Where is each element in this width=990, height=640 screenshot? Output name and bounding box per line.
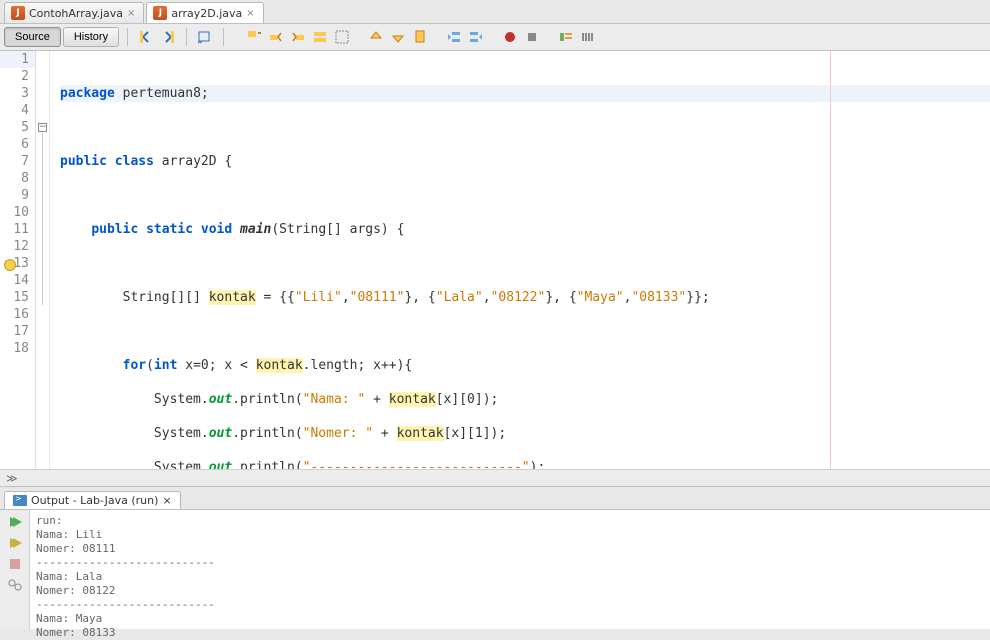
history-button[interactable]: History [63, 27, 119, 47]
next-bookmark-icon[interactable] [388, 27, 408, 47]
console-line: Nomer: 08111 [36, 542, 115, 555]
editor-toolbar: Source History [0, 24, 990, 51]
separator [186, 28, 187, 46]
toggle-highlight-icon[interactable] [310, 27, 330, 47]
console-line: run: [36, 514, 63, 527]
find-selection-icon[interactable] [244, 27, 264, 47]
breadcrumb-glyph: ≫ [6, 472, 18, 485]
comment-icon[interactable] [556, 27, 576, 47]
file-tab-label: ContohArray.java [29, 7, 123, 20]
breadcrumb[interactable]: ≫ [0, 469, 990, 487]
stop-macro-icon[interactable] [522, 27, 542, 47]
prev-bookmark-icon[interactable] [366, 27, 386, 47]
console-line: --------------------------- [36, 598, 215, 611]
code-area[interactable]: package pertemuan8; public class array2D… [50, 51, 990, 469]
separator [223, 28, 224, 46]
find-prev-icon[interactable] [266, 27, 286, 47]
output-panel: run: Nama: Lili Nomer: 08111 -----------… [0, 509, 990, 629]
print-margin [830, 51, 831, 469]
output-tab-label: Output - Lab-Java (run) [31, 494, 158, 507]
java-file-icon [153, 6, 167, 20]
java-file-icon [11, 6, 25, 20]
bookmark-icon[interactable] [410, 27, 430, 47]
console-line: Nomer: 08122 [36, 584, 115, 597]
uncomment-icon[interactable] [578, 27, 598, 47]
fold-gutter: − [36, 51, 50, 469]
file-tab-array2d[interactable]: array2D.java × [146, 2, 263, 23]
shift-right-icon[interactable] [466, 27, 486, 47]
file-tab-bar: ContohArray.java × array2D.java × [0, 0, 990, 24]
settings-icon[interactable] [6, 577, 24, 593]
terminal-icon [13, 495, 27, 506]
rerun-alt-icon[interactable] [6, 535, 24, 551]
rerun-icon[interactable] [6, 514, 24, 530]
line-number-gutter: 123456789101112131415161718 [0, 51, 36, 469]
warning-icon[interactable] [4, 259, 16, 271]
close-icon[interactable]: × [127, 8, 135, 19]
back-icon[interactable] [136, 27, 156, 47]
forward-icon[interactable] [158, 27, 178, 47]
output-tab[interactable]: Output - Lab-Java (run) × [4, 491, 181, 509]
console-line: Nama: Maya [36, 612, 102, 625]
close-icon[interactable]: × [246, 8, 254, 19]
separator [127, 28, 128, 46]
fold-toggle-icon[interactable]: − [38, 123, 47, 132]
source-button[interactable]: Source [4, 27, 61, 47]
select-in-icon[interactable] [332, 27, 352, 47]
output-tab-bar: Output - Lab-Java (run) × [0, 487, 990, 509]
console-output[interactable]: run: Nama: Lili Nomer: 08111 -----------… [30, 510, 990, 629]
file-tab-contoharray[interactable]: ContohArray.java × [4, 2, 144, 23]
close-icon[interactable]: × [162, 494, 171, 507]
undo-group-icon[interactable] [195, 27, 215, 47]
console-line: Nama: Lili [36, 528, 102, 541]
output-sidebar [0, 510, 30, 629]
shift-left-icon[interactable] [444, 27, 464, 47]
console-line: Nomer: 08133 [36, 626, 115, 639]
find-next-icon[interactable] [288, 27, 308, 47]
file-tab-label: array2D.java [171, 7, 242, 20]
code-editor[interactable]: 123456789101112131415161718 − package pe… [0, 51, 990, 469]
console-line: Nama: Lala [36, 570, 102, 583]
console-line: --------------------------- [36, 556, 215, 569]
start-macro-icon[interactable] [500, 27, 520, 47]
stop-icon[interactable] [6, 556, 24, 572]
